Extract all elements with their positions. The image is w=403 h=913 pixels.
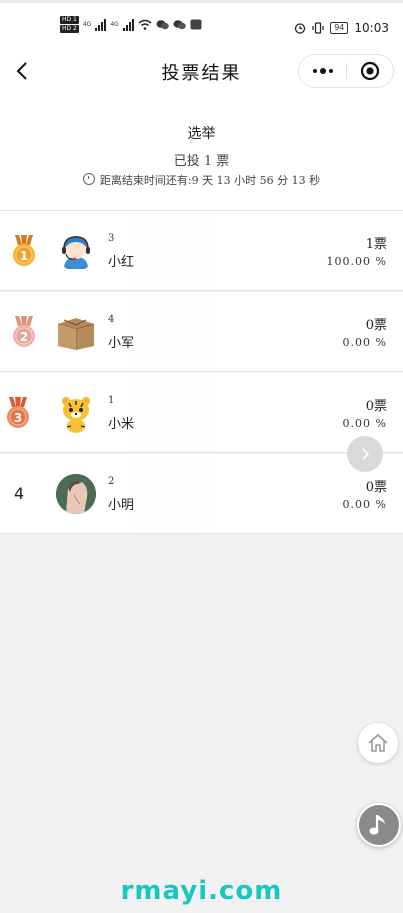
deadline-countdown: 距离结束时间还有:9 天 13 小时 56 分 13 秒 [0,172,403,188]
results-list: 1 3 小红 1票 100.00 % 2 4 小军 0票 0.00 % 3 1 … [0,211,403,535]
music-note-icon [369,815,385,835]
more-button[interactable] [299,55,346,87]
candidate-number: 1 [108,395,115,406]
network2-label: 4G [110,21,119,28]
candidate-name: 小军 [108,336,135,351]
candidate-name: 小米 [108,417,135,432]
more-dots-icon [312,69,317,73]
home-icon [368,734,388,752]
more-dots-icon-center [319,68,326,74]
app-notification-icon [190,19,202,30]
vote-count: 0票 [365,399,387,414]
status-left: HD 1 HD 2 4G 4G [60,16,202,33]
sim1-label: HD 1 [60,16,79,24]
home-button[interactable] [358,723,398,763]
vote-title: 选举 [187,126,216,142]
rank-number: 4 [14,484,25,503]
clock-time: 10:03 [354,21,389,35]
candidate-name: 小红 [108,255,135,270]
list-item[interactable]: 4 2 小明 0票 0.00 % [0,454,403,534]
rank-number: 2 [20,330,28,344]
wifi-icon [138,19,152,30]
bronze-medal-icon: 3 [7,397,29,428]
vote-count: 0票 [365,480,387,495]
list-item[interactable]: 3 1 小米 0票 0.00 % [0,373,403,453]
deadline-text: 距离结束时间还有:9 天 13 小时 56 分 13 秒 [99,174,321,187]
list-item[interactable]: 1 3 小红 1票 100.00 % [0,211,403,291]
vote-percentage: 0.00 % [342,417,387,430]
music-button[interactable] [357,803,401,847]
list-item[interactable]: 2 4 小军 0票 0.00 % [0,292,403,372]
candidate-name: 小明 [108,498,135,513]
alarm-icon [295,23,306,34]
status-right: 94 10:03 [294,21,389,35]
vote-percentage: 0.00 % [342,498,387,511]
status-bar: HD 1 HD 2 4G 4G 94 10:03 [0,0,403,44]
close-button[interactable] [347,55,393,87]
candidate-number: 2 [108,476,115,487]
chevron-right-icon [362,448,370,460]
votes-cast-count: 已投 1 票 [173,154,230,169]
vote-percentage: 0.00 % [342,336,387,349]
gold-medal-icon: 1 [13,235,35,266]
cardboard-box-avatar [56,312,96,352]
clock-icon [82,173,95,185]
signal1-icon [95,18,107,31]
wechat-icon [156,20,169,30]
vote-summary: 选举 已投 1 票 距离结束时间还有:9 天 13 小时 56 分 13 秒 [0,98,403,211]
battery-indicator: 94 [330,22,349,34]
vote-count: 0票 [365,318,387,333]
candidate-number: 3 [108,233,115,244]
signal2-icon [122,18,134,31]
sim-indicators: HD 1 HD 2 [60,16,79,33]
vote-percentage: 100.00 % [326,255,387,268]
silver-medal-icon: 2 [13,316,35,347]
rank-number: 1 [20,249,28,263]
candidate-number: 4 [108,314,115,325]
vibrate-icon [312,22,324,34]
network1-label: 4G [82,21,92,28]
watermark: rmayi.com [120,876,283,906]
target-circle-icon [360,61,380,81]
next-page-button[interactable] [347,436,383,472]
mini-program-capsule [298,54,394,88]
navigation-bar: 投票结果 [0,44,403,98]
portrait-avatar [56,474,96,514]
headset-girl-avatar [56,231,96,271]
rank-number: 3 [14,411,22,425]
sim2-label: HD 2 [60,25,79,33]
wechat-icon-2 [173,20,186,30]
vote-count: 1票 [365,237,387,252]
tiger-avatar [56,393,96,433]
more-dots-icon-right [328,69,333,73]
